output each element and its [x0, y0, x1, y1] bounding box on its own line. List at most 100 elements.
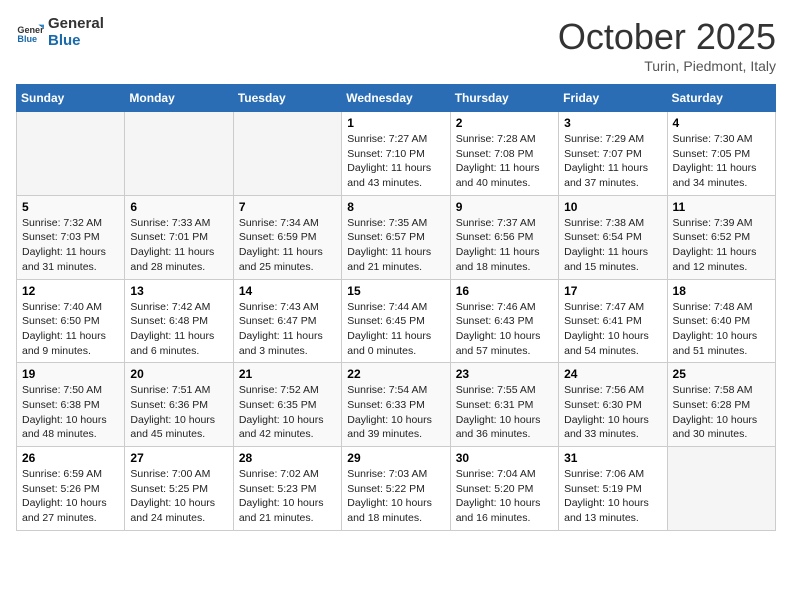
- day-number: 29: [347, 451, 444, 465]
- calendar-cell: 24 Sunrise: 7:56 AM Sunset: 6:30 PM Dayli…: [559, 363, 667, 447]
- day-number: 22: [347, 367, 444, 381]
- day-number: 1: [347, 116, 444, 130]
- svg-text:Blue: Blue: [17, 34, 37, 44]
- calendar-week-3: 12 Sunrise: 7:40 AM Sunset: 6:50 PM Dayli…: [17, 279, 776, 363]
- day-number: 21: [239, 367, 336, 381]
- location: Turin, Piedmont, Italy: [558, 58, 776, 74]
- calendar-cell: 3 Sunrise: 7:29 AM Sunset: 7:07 PM Daylig…: [559, 112, 667, 196]
- calendar-cell: [667, 447, 775, 531]
- day-number: 19: [22, 367, 119, 381]
- weekday-header-wednesday: Wednesday: [342, 85, 450, 112]
- day-info: Sunrise: 7:32 AM Sunset: 7:03 PM Dayligh…: [22, 216, 119, 275]
- day-info: Sunrise: 7:47 AM Sunset: 6:41 PM Dayligh…: [564, 300, 661, 359]
- calendar-cell: 12 Sunrise: 7:40 AM Sunset: 6:50 PM Dayli…: [17, 279, 125, 363]
- calendar-cell: 10Sunrise: 7:38 AM Sunset: 6:54 PM Dayli…: [559, 195, 667, 279]
- day-info: Sunrise: 7:06 AM Sunset: 5:19 PM Dayligh…: [564, 467, 661, 526]
- day-info: Sunrise: 7:55 AM Sunset: 6:31 PM Dayligh…: [456, 383, 553, 442]
- day-info: Sunrise: 7:50 AM Sunset: 6:38 PM Dayligh…: [22, 383, 119, 442]
- day-info: Sunrise: 7:02 AM Sunset: 5:23 PM Dayligh…: [239, 467, 336, 526]
- calendar-cell: 17 Sunrise: 7:47 AM Sunset: 6:41 PM Dayli…: [559, 279, 667, 363]
- calendar-cell: 30Sunrise: 7:04 AM Sunset: 5:20 PM Dayli…: [450, 447, 558, 531]
- calendar-cell: 19 Sunrise: 7:50 AM Sunset: 6:38 PM Dayli…: [17, 363, 125, 447]
- day-info: Sunrise: 7:46 AM Sunset: 6:43 PM Dayligh…: [456, 300, 553, 359]
- weekday-header-thursday: Thursday: [450, 85, 558, 112]
- day-info: Sunrise: 7:54 AM Sunset: 6:33 PM Dayligh…: [347, 383, 444, 442]
- calendar-cell: 20 Sunrise: 7:51 AM Sunset: 6:36 PM Dayli…: [125, 363, 233, 447]
- calendar-cell: 23 Sunrise: 7:55 AM Sunset: 6:31 PM Dayli…: [450, 363, 558, 447]
- calendar-week-2: 5Sunrise: 7:32 AM Sunset: 7:03 PM Daylig…: [17, 195, 776, 279]
- weekday-header-sunday: Sunday: [17, 85, 125, 112]
- page-header: General Blue General Blue October 2025 T…: [16, 16, 776, 74]
- calendar-cell: 15 Sunrise: 7:44 AM Sunset: 6:45 PM Dayli…: [342, 279, 450, 363]
- logo-icon: General Blue: [16, 19, 44, 47]
- calendar-cell: 11 Sunrise: 7:39 AM Sunset: 6:52 PM Dayli…: [667, 195, 775, 279]
- day-number: 26: [22, 451, 119, 465]
- day-number: 6: [130, 200, 227, 214]
- calendar-cell: 8Sunrise: 7:35 AM Sunset: 6:57 PM Daylig…: [342, 195, 450, 279]
- day-number: 20: [130, 367, 227, 381]
- calendar-cell: 6 Sunrise: 7:33 AM Sunset: 7:01 PM Daylig…: [125, 195, 233, 279]
- calendar-week-1: 1 Sunrise: 7:27 AM Sunset: 7:10 PM Daylig…: [17, 112, 776, 196]
- day-info: Sunrise: 7:43 AM Sunset: 6:47 PM Dayligh…: [239, 300, 336, 359]
- calendar-cell: [233, 112, 341, 196]
- weekday-header-tuesday: Tuesday: [233, 85, 341, 112]
- day-info: Sunrise: 7:37 AM Sunset: 6:56 PM Dayligh…: [456, 216, 553, 275]
- calendar-cell: 18 Sunrise: 7:48 AM Sunset: 6:40 PM Dayli…: [667, 279, 775, 363]
- day-info: Sunrise: 7:52 AM Sunset: 6:35 PM Dayligh…: [239, 383, 336, 442]
- day-info: Sunrise: 7:27 AM Sunset: 7:10 PM Dayligh…: [347, 132, 444, 191]
- calendar-week-4: 19 Sunrise: 7:50 AM Sunset: 6:38 PM Dayli…: [17, 363, 776, 447]
- day-info: Sunrise: 7:33 AM Sunset: 7:01 PM Dayligh…: [130, 216, 227, 275]
- calendar-table: SundayMondayTuesdayWednesdayThursdayFrid…: [16, 84, 776, 531]
- day-info: Sunrise: 7:48 AM Sunset: 6:40 PM Dayligh…: [673, 300, 770, 359]
- title-block: October 2025 Turin, Piedmont, Italy: [558, 16, 776, 74]
- day-number: 17: [564, 284, 661, 298]
- calendar-week-5: 26Sunrise: 6:59 AM Sunset: 5:26 PM Dayli…: [17, 447, 776, 531]
- weekday-header-monday: Monday: [125, 85, 233, 112]
- day-info: Sunrise: 7:34 AM Sunset: 6:59 PM Dayligh…: [239, 216, 336, 275]
- day-info: Sunrise: 7:56 AM Sunset: 6:30 PM Dayligh…: [564, 383, 661, 442]
- day-info: Sunrise: 7:51 AM Sunset: 6:36 PM Dayligh…: [130, 383, 227, 442]
- month-title: October 2025: [558, 16, 776, 58]
- logo-text: General Blue: [48, 16, 104, 49]
- day-number: 7: [239, 200, 336, 214]
- day-number: 3: [564, 116, 661, 130]
- day-info: Sunrise: 7:39 AM Sunset: 6:52 PM Dayligh…: [673, 216, 770, 275]
- calendar-cell: 27Sunrise: 7:00 AM Sunset: 5:25 PM Dayli…: [125, 447, 233, 531]
- calendar-cell: [125, 112, 233, 196]
- day-info: Sunrise: 7:42 AM Sunset: 6:48 PM Dayligh…: [130, 300, 227, 359]
- calendar-cell: 13Sunrise: 7:42 AM Sunset: 6:48 PM Dayli…: [125, 279, 233, 363]
- day-number: 11: [673, 200, 770, 214]
- day-number: 27: [130, 451, 227, 465]
- calendar-cell: 9 Sunrise: 7:37 AM Sunset: 6:56 PM Daylig…: [450, 195, 558, 279]
- day-number: 10: [564, 200, 661, 214]
- weekday-header-row: SundayMondayTuesdayWednesdayThursdayFrid…: [17, 85, 776, 112]
- calendar-cell: 16 Sunrise: 7:46 AM Sunset: 6:43 PM Dayli…: [450, 279, 558, 363]
- calendar-cell: 21 Sunrise: 7:52 AM Sunset: 6:35 PM Dayli…: [233, 363, 341, 447]
- calendar-cell: 2Sunrise: 7:28 AM Sunset: 7:08 PM Daylig…: [450, 112, 558, 196]
- day-number: 15: [347, 284, 444, 298]
- day-number: 31: [564, 451, 661, 465]
- calendar-cell: 22 Sunrise: 7:54 AM Sunset: 6:33 PM Dayli…: [342, 363, 450, 447]
- day-info: Sunrise: 7:29 AM Sunset: 7:07 PM Dayligh…: [564, 132, 661, 191]
- calendar-cell: 7 Sunrise: 7:34 AM Sunset: 6:59 PM Daylig…: [233, 195, 341, 279]
- weekday-header-saturday: Saturday: [667, 85, 775, 112]
- calendar-cell: [17, 112, 125, 196]
- weekday-header-friday: Friday: [559, 85, 667, 112]
- day-info: Sunrise: 7:44 AM Sunset: 6:45 PM Dayligh…: [347, 300, 444, 359]
- calendar-cell: 1 Sunrise: 7:27 AM Sunset: 7:10 PM Daylig…: [342, 112, 450, 196]
- day-number: 4: [673, 116, 770, 130]
- day-number: 9: [456, 200, 553, 214]
- day-number: 14: [239, 284, 336, 298]
- day-number: 24: [564, 367, 661, 381]
- day-info: Sunrise: 7:40 AM Sunset: 6:50 PM Dayligh…: [22, 300, 119, 359]
- day-number: 16: [456, 284, 553, 298]
- calendar-cell: 28 Sunrise: 7:02 AM Sunset: 5:23 PM Dayli…: [233, 447, 341, 531]
- day-number: 23: [456, 367, 553, 381]
- day-number: 25: [673, 367, 770, 381]
- calendar-cell: 26Sunrise: 6:59 AM Sunset: 5:26 PM Dayli…: [17, 447, 125, 531]
- day-number: 2: [456, 116, 553, 130]
- day-number: 18: [673, 284, 770, 298]
- day-info: Sunrise: 7:03 AM Sunset: 5:22 PM Dayligh…: [347, 467, 444, 526]
- day-number: 12: [22, 284, 119, 298]
- day-number: 28: [239, 451, 336, 465]
